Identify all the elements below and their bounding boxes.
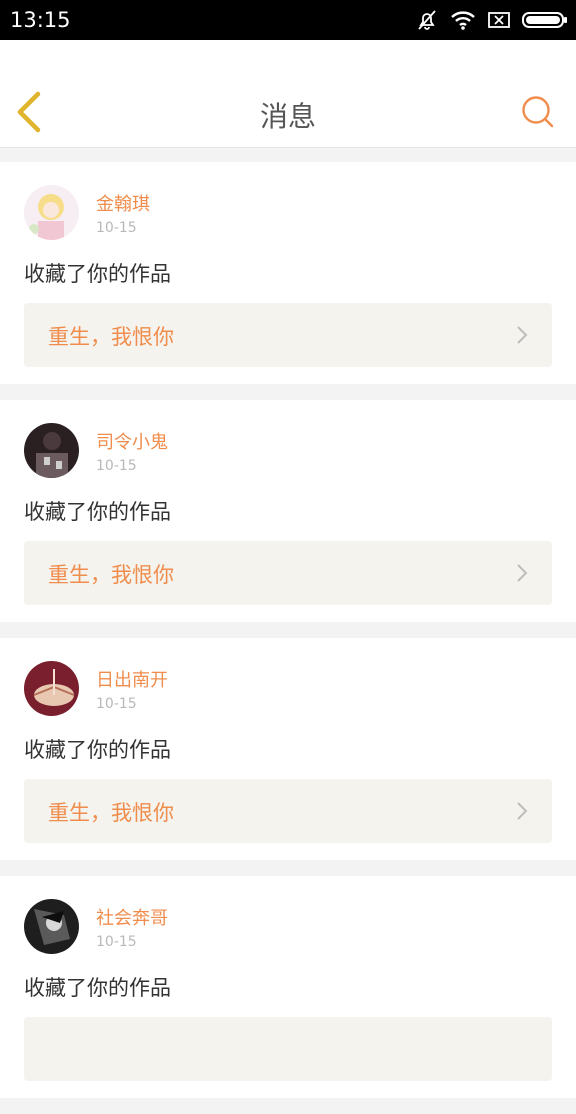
app-header: 消息 (0, 40, 576, 148)
bell-muted-icon (418, 10, 436, 30)
sim-x-icon (488, 12, 510, 28)
action-text: 收藏了你的作品 (24, 976, 171, 1000)
message-card: 社会奔哥 10-15 收藏了你的作品 (0, 876, 576, 1098)
chevron-right-icon (517, 564, 528, 582)
work-link[interactable]: 重生，我恨你 (24, 303, 552, 367)
message-time: 10-15 (96, 934, 137, 950)
page-title: 消息 (259, 100, 316, 133)
avatar[interactable] (24, 185, 79, 240)
search-button[interactable] (520, 94, 556, 130)
username[interactable]: 司令小鬼 (96, 428, 168, 454)
work-link[interactable]: 重生，我恨你 (24, 779, 552, 843)
message-card: 金翰琪 10-15 收藏了你的作品 重生，我恨你 (0, 162, 576, 384)
action-text: 收藏了你的作品 (24, 500, 171, 524)
message-time: 10-15 (96, 220, 137, 236)
username[interactable]: 社会奔哥 (96, 904, 168, 930)
message-time: 10-15 (96, 458, 137, 474)
battery-icon (522, 12, 567, 28)
status-bar: 13:15 (0, 0, 576, 40)
avatar[interactable] (24, 899, 79, 954)
chevron-right-icon (517, 326, 528, 344)
status-icons (416, 7, 568, 33)
action-text: 收藏了你的作品 (24, 262, 171, 286)
message-card: 司令小鬼 10-15 收藏了你的作品 重生，我恨你 (0, 400, 576, 622)
work-link[interactable]: 重生，我恨你 (24, 541, 552, 605)
message-feed: 金翰琪 10-15 收藏了你的作品 重生，我恨你 司令小鬼 10-15 收藏了你… (0, 162, 576, 1114)
message-card: 日出南开 10-15 收藏了你的作品 重生，我恨你 (0, 638, 576, 860)
chevron-right-icon (517, 802, 528, 820)
username[interactable]: 金翰琪 (96, 190, 150, 216)
avatar[interactable] (24, 423, 79, 478)
work-title: 重生，我恨你 (48, 801, 174, 825)
search-icon (522, 96, 554, 128)
work-title: 重生，我恨你 (48, 325, 174, 349)
work-title: 重生，我恨你 (48, 563, 174, 587)
message-time: 10-15 (96, 696, 137, 712)
status-time: 13:15 (10, 8, 71, 32)
wifi-icon (451, 11, 475, 30)
action-text: 收藏了你的作品 (24, 738, 171, 762)
work-link[interactable] (24, 1017, 552, 1081)
avatar[interactable] (24, 661, 79, 716)
username[interactable]: 日出南开 (96, 666, 168, 692)
